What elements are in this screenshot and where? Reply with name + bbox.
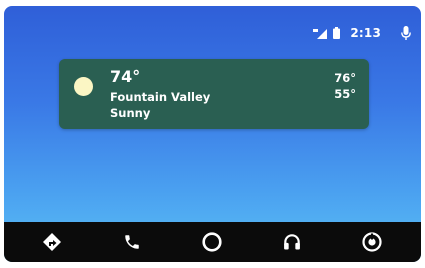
sun-icon bbox=[74, 77, 93, 96]
weather-card[interactable]: 74° Fountain Valley Sunny 76° 55° bbox=[59, 59, 369, 129]
directions-icon bbox=[43, 233, 61, 251]
high-temperature: 76° bbox=[334, 71, 356, 85]
nav-item-phone[interactable] bbox=[112, 222, 152, 262]
nav-item-navigation[interactable] bbox=[32, 222, 72, 262]
current-temperature: 74° bbox=[110, 67, 141, 86]
navigation-bar bbox=[4, 222, 421, 262]
car-exit-icon bbox=[362, 232, 382, 252]
signal-icon bbox=[313, 28, 328, 39]
home-screen: 2:13 74° Fountain Valley Sunny 76° 55° bbox=[4, 6, 421, 262]
location-name: Fountain Valley bbox=[110, 90, 211, 104]
phone-icon bbox=[125, 235, 139, 249]
nav-item-audio[interactable] bbox=[272, 222, 312, 262]
circle-home-icon bbox=[202, 232, 222, 252]
android-auto-frame: 2:13 74° Fountain Valley Sunny 76° 55° bbox=[0, 0, 425, 268]
status-bar: 2:13 bbox=[313, 24, 411, 42]
weather-condition: Sunny bbox=[110, 106, 151, 120]
clock: 2:13 bbox=[350, 26, 381, 40]
nav-item-exit[interactable] bbox=[352, 222, 392, 262]
microphone-icon[interactable] bbox=[401, 25, 411, 41]
low-temperature: 55° bbox=[334, 87, 356, 101]
headphones-icon bbox=[284, 234, 300, 250]
battery-icon bbox=[333, 27, 341, 39]
nav-item-home[interactable] bbox=[192, 222, 232, 262]
